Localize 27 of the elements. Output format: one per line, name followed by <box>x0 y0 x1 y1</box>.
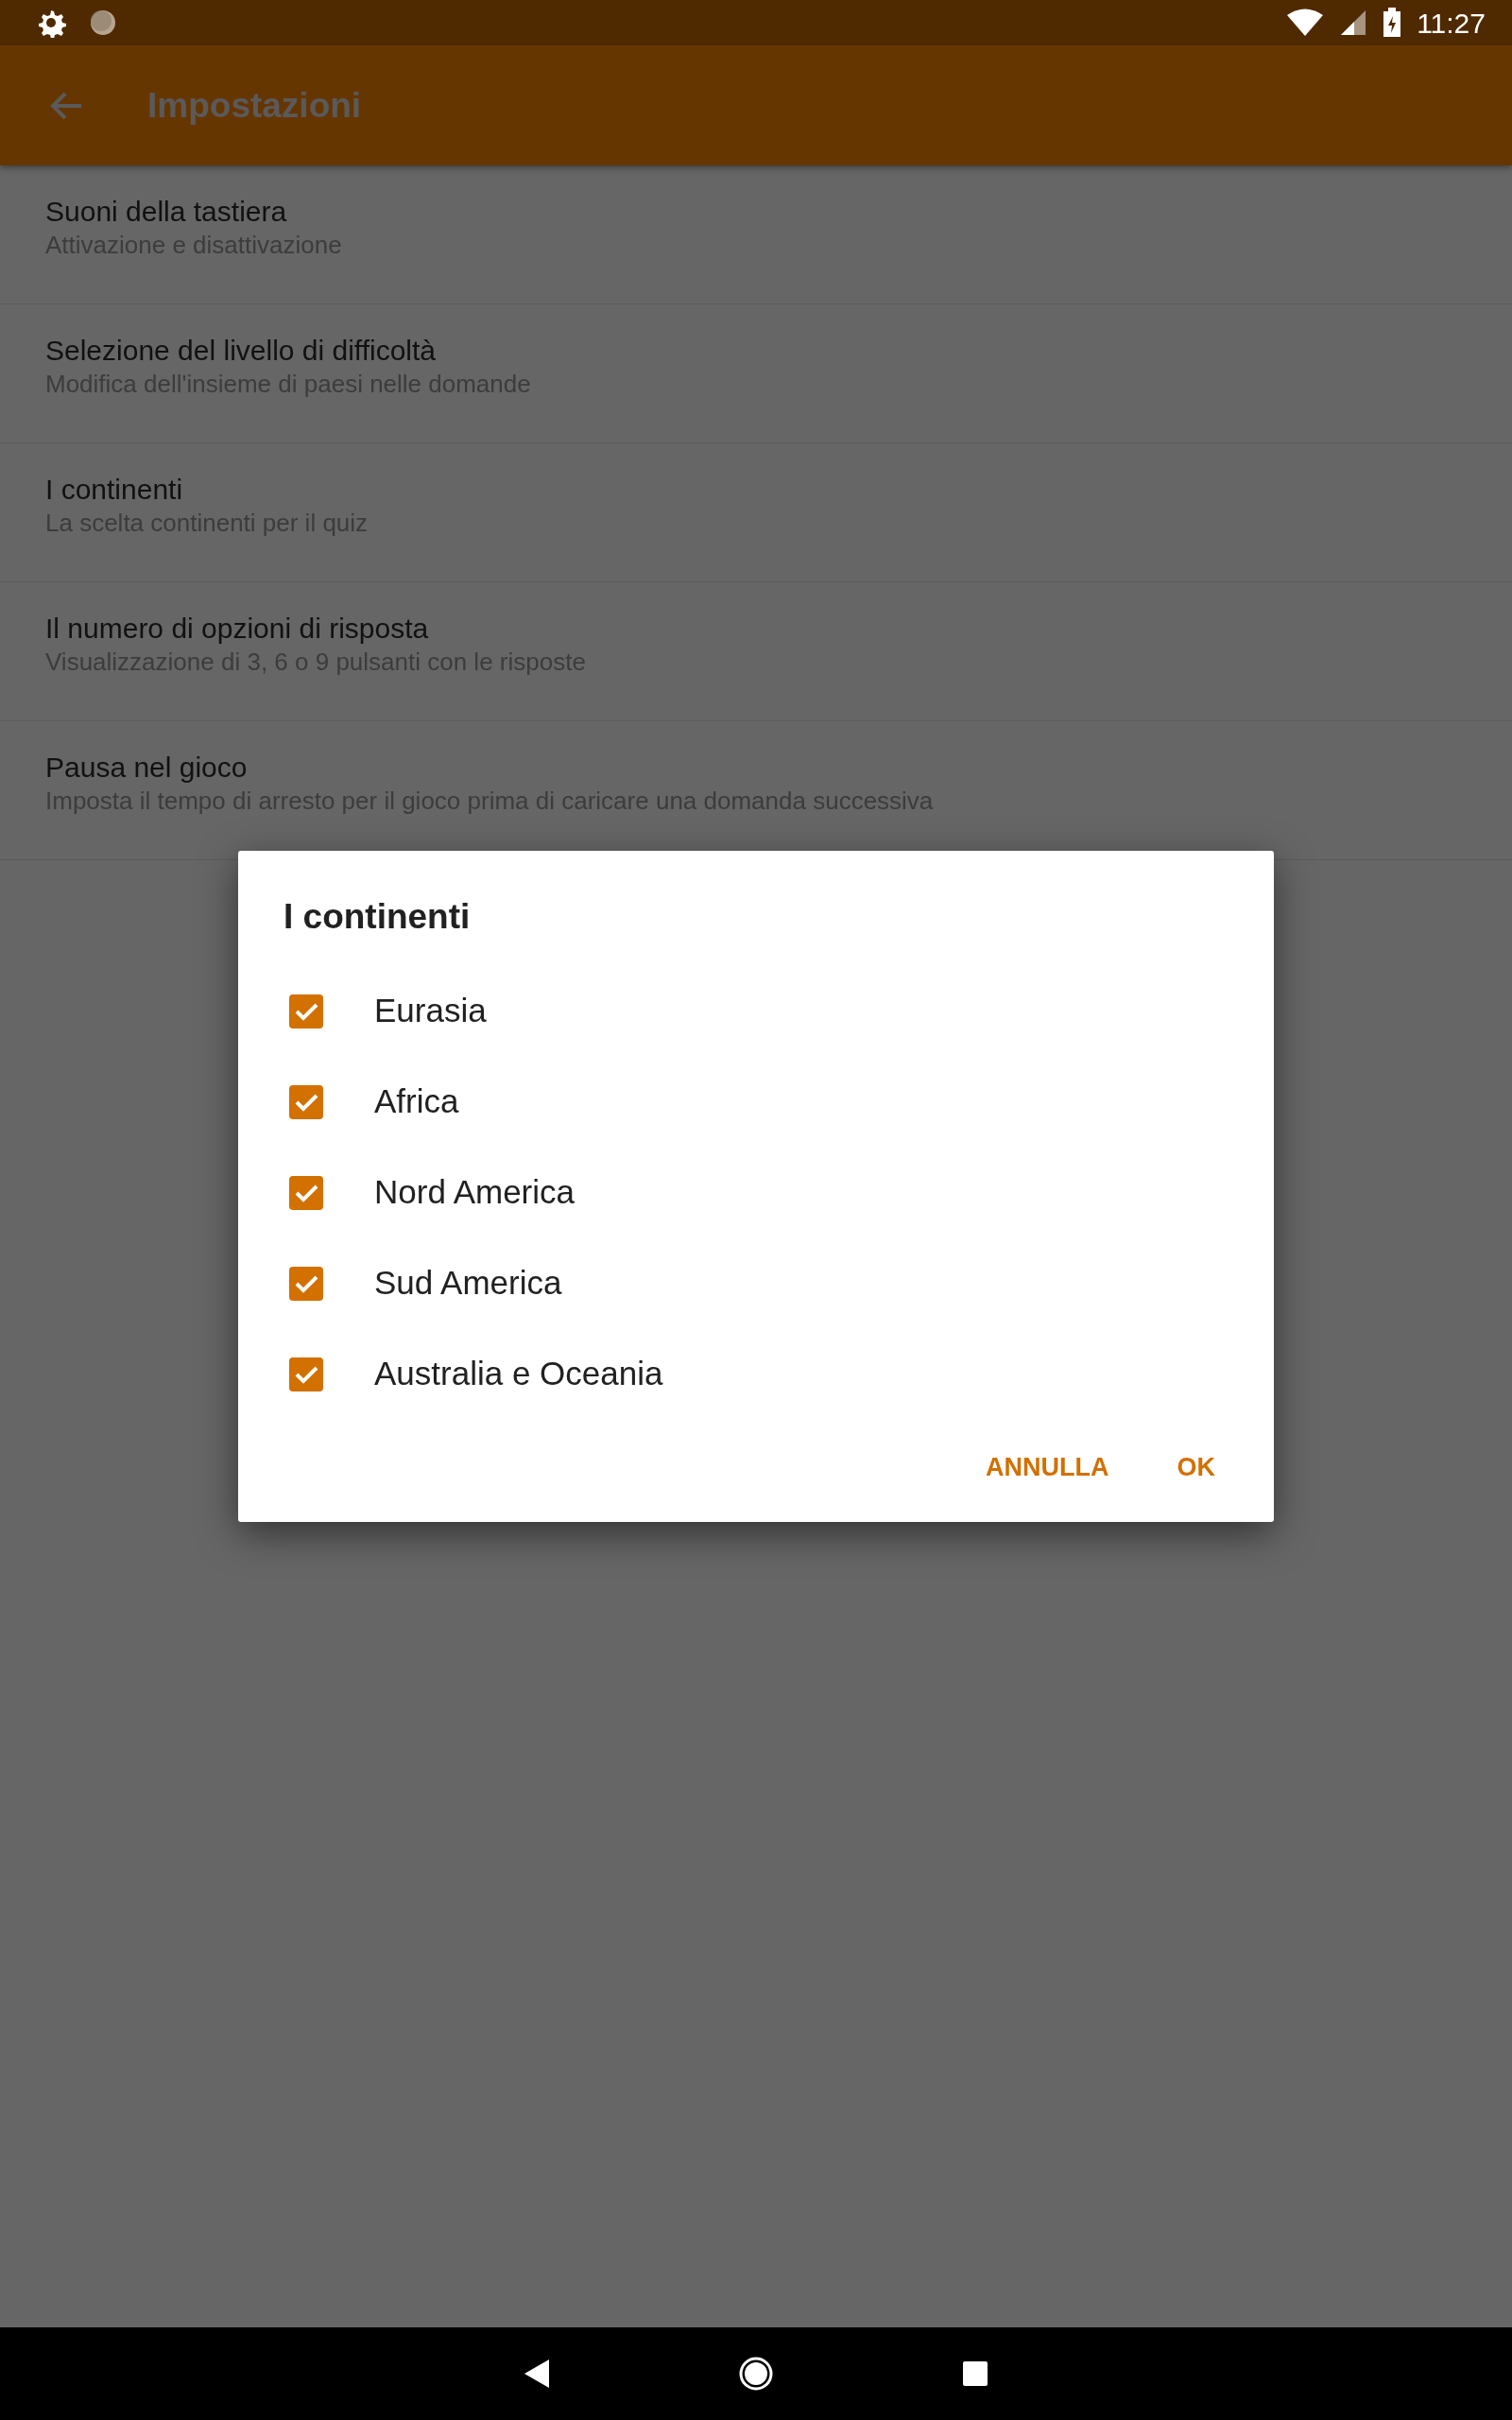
checkbox[interactable] <box>289 994 323 1028</box>
gear-icon <box>36 8 66 38</box>
battery-icon <box>1383 8 1402 38</box>
setting-title: I continenti <box>45 473 184 507</box>
option-label: Eurasia <box>374 991 487 1031</box>
checkbox[interactable] <box>289 1175 323 1210</box>
setting-title: Pausa nel gioco <box>45 751 249 785</box>
screen-title: Impostazioni <box>147 84 362 127</box>
dialog-title: I continenti <box>284 896 472 938</box>
signal-icon <box>1339 9 1368 37</box>
wifi-icon <box>1286 9 1325 37</box>
option-label: Africa <box>374 1081 459 1122</box>
setting-title: Il numero di opzioni di risposta <box>45 612 430 646</box>
option-label: Australia e Oceania <box>374 1354 663 1394</box>
checkbox[interactable] <box>289 1357 323 1392</box>
home-icon[interactable] <box>738 2356 774 2392</box>
checkbox[interactable] <box>289 1266 323 1301</box>
setting-title: Suoni della tastiera <box>45 195 288 229</box>
option-label: Nord America <box>374 1172 576 1213</box>
clock: 11:27 <box>1417 6 1486 41</box>
dialog-button[interactable]: ANNULLA <box>971 1438 1125 1495</box>
back-icon[interactable] <box>524 2360 549 2388</box>
checkbox[interactable] <box>289 1084 323 1119</box>
dialog-button[interactable]: OK <box>1161 1438 1230 1495</box>
setting-title: Selezione del livello di difficoltà <box>45 334 438 368</box>
globe-icon <box>89 9 117 37</box>
option-label: Sud America <box>374 1263 562 1304</box>
